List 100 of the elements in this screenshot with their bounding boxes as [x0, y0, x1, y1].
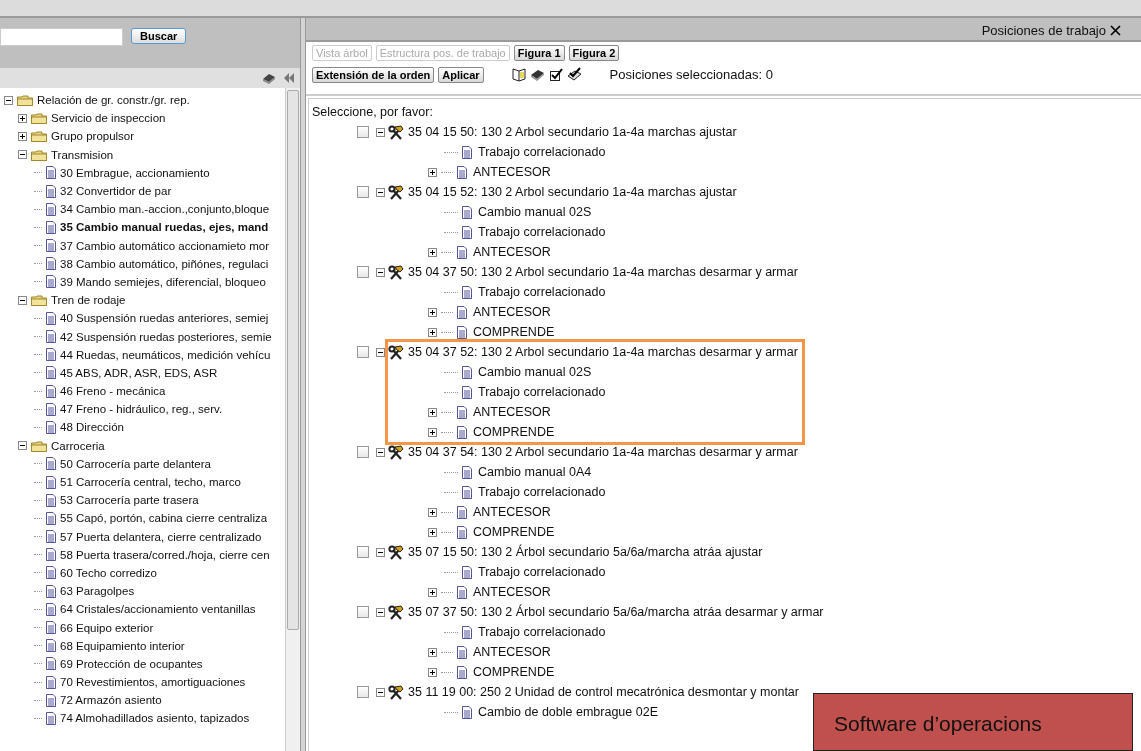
- tree-item[interactable]: Grupo propulsor: [51, 127, 135, 146]
- expand-icon[interactable]: [428, 427, 437, 437]
- child-item[interactable]: Cambio manual 02S: [478, 202, 592, 222]
- position-label[interactable]: 35 04 15 50: 130 2 Arbol secundario 1a-4a marchas ajustar: [408, 122, 737, 142]
- tree-item[interactable]: 58 Puerta trasera/corred./hoja, cierre cen: [60, 545, 270, 564]
- expand-icon[interactable]: [428, 247, 437, 257]
- tree-item[interactable]: 42 Suspensión ruedas posteriores, semie: [60, 327, 272, 346]
- child-item[interactable]: ANTECESOR: [473, 582, 551, 602]
- child-item[interactable]: Trabajo correlacionado: [478, 222, 606, 242]
- collapse-icon[interactable]: [376, 547, 385, 557]
- book-icon[interactable]: [262, 72, 276, 84]
- tree-item[interactable]: 50 Carrocería parte delantera: [60, 454, 211, 473]
- expand-icon[interactable]: [18, 131, 27, 141]
- collapse-icon[interactable]: [18, 295, 27, 305]
- tree-item[interactable]: 30 Embrague, accionamiento: [60, 163, 210, 182]
- child-item[interactable]: Cambio manual 02S: [478, 362, 592, 382]
- expand-icon[interactable]: [18, 113, 27, 123]
- tree-item[interactable]: 66 Equipo exterior: [60, 618, 154, 637]
- tree-item[interactable]: 34 Cambio man.-accion.,conjunto,bloque: [60, 200, 270, 219]
- expand-icon[interactable]: [428, 407, 437, 417]
- collapse-icon[interactable]: [376, 187, 385, 197]
- tree-item[interactable]: 70 Revestimientos, amortiguaciones: [60, 673, 246, 692]
- tree-item[interactable]: 38 Cambio automático, piñónes, regulaci: [60, 254, 269, 273]
- child-item[interactable]: Cambio de doble embrague 02E: [478, 702, 658, 722]
- child-item[interactable]: COMPRENDE: [473, 422, 555, 442]
- tree-item[interactable]: Carroceria: [51, 436, 105, 455]
- collapse-icon[interactable]: [376, 127, 385, 137]
- position-label[interactable]: 35 04 37 52: 130 2 Arbol secundario 1a-4a marchas desarmar y armar: [408, 342, 798, 362]
- position-label[interactable]: 35 04 37 54: 130 2 Arbol secundario 1a-4a marchas desarmar y armar: [408, 442, 798, 462]
- child-item[interactable]: ANTECESOR: [473, 642, 551, 662]
- tree-item[interactable]: 44 Ruedas, neumáticos, medición vehícu: [60, 345, 271, 364]
- expand-icon[interactable]: [428, 167, 437, 177]
- collapse-icon[interactable]: [376, 267, 385, 277]
- tree-item[interactable]: 57 Puerta delantera, cierre centralizado: [60, 527, 262, 546]
- tree-item[interactable]: Tren de rodaje: [51, 291, 126, 310]
- tree-item[interactable]: 45 ABS, ADR, ASR, EDS, ASR: [60, 363, 218, 382]
- expand-icon[interactable]: [428, 647, 437, 657]
- child-item[interactable]: Trabajo correlacionado: [478, 282, 606, 302]
- tree-item[interactable]: 39 Mando semiejes, diferencial, bloqueo: [60, 272, 266, 291]
- expand-icon[interactable]: [428, 307, 437, 317]
- tree-item[interactable]: Transmision: [51, 145, 114, 164]
- tree-item[interactable]: 35 Cambio manual ruedas, ejes, mand: [60, 218, 269, 237]
- expand-icon[interactable]: [428, 327, 437, 337]
- tree-item[interactable]: 32 Convertidor de par: [60, 182, 172, 201]
- collapse-icon[interactable]: [376, 607, 385, 617]
- collapse-icon[interactable]: [4, 95, 13, 105]
- book-icon[interactable]: [529, 67, 545, 83]
- child-item[interactable]: ANTECESOR: [473, 242, 551, 262]
- position-label[interactable]: 35 04 37 50: 130 2 Arbol secundario 1a-4a marchas desarmar y armar: [408, 262, 798, 282]
- tree-item[interactable]: 55 Capó, portón, cabina cierre centraliza: [60, 509, 268, 528]
- toolbar-button[interactable]: Extensión de la orden: [312, 66, 435, 83]
- child-item[interactable]: ANTECESOR: [473, 502, 551, 522]
- tree-item[interactable]: 60 Techo corredizo: [60, 563, 157, 582]
- child-item[interactable]: ANTECESOR: [473, 162, 551, 182]
- tree-item[interactable]: 53 Carrocería parte trasera: [60, 491, 199, 510]
- position-label[interactable]: 35 07 15 50: 130 2 Árbol secundario 5a/6a/marcha atráa ajustar: [408, 542, 763, 562]
- checkbox[interactable]: [357, 186, 369, 198]
- collapse-icon[interactable]: [376, 447, 385, 457]
- open-book-icon[interactable]: [511, 67, 526, 83]
- position-label[interactable]: 35 11 19 00: 250 2 Unidad de control mecatrónica desmontar y montar: [408, 682, 799, 702]
- scrollbar[interactable]: [285, 88, 300, 751]
- child-item[interactable]: Trabajo correlacionado: [478, 482, 606, 502]
- checkbox[interactable]: [357, 686, 369, 698]
- child-item[interactable]: COMPRENDE: [473, 662, 555, 682]
- toolbar-button[interactable]: Figura 2: [568, 45, 620, 61]
- child-item[interactable]: Cambio manual 0A4: [478, 462, 592, 482]
- expand-icon[interactable]: [428, 667, 437, 677]
- checkbox[interactable]: [357, 446, 369, 458]
- double-check-icon[interactable]: [566, 67, 582, 83]
- collapse-icon[interactable]: [376, 687, 385, 697]
- tree-item[interactable]: 47 Freno - hidráulico, reg., serv.: [60, 400, 223, 419]
- expand-icon[interactable]: [428, 507, 437, 517]
- child-item[interactable]: Trabajo correlacionado: [478, 622, 606, 642]
- tree-item[interactable]: 48 Dirección: [60, 418, 124, 437]
- child-item[interactable]: Trabajo correlacionado: [478, 562, 606, 582]
- tree-item[interactable]: 51 Carrocería central, techo, marco: [60, 473, 241, 492]
- tab-title[interactable]: Posiciones de trabajo: [981, 20, 1106, 40]
- toolbar-button[interactable]: Aplicar: [438, 66, 484, 83]
- tree-item[interactable]: 72 Armazón asiento: [60, 691, 162, 710]
- tree-item[interactable]: Relación de gr. constr./gr. rep.: [37, 91, 190, 110]
- collapse-icon[interactable]: [376, 347, 385, 357]
- expand-icon[interactable]: [428, 587, 437, 597]
- child-item[interactable]: Trabajo correlacionado: [478, 142, 606, 162]
- tree-item[interactable]: 68 Equipamiento interior: [60, 636, 185, 655]
- tree-item[interactable]: 37 Cambio automático accionamieto mor: [60, 236, 270, 255]
- collapse-icon[interactable]: [18, 150, 27, 160]
- child-item[interactable]: Trabajo correlacionado: [478, 382, 606, 402]
- child-item[interactable]: COMPRENDE: [473, 322, 555, 342]
- checkbox[interactable]: [357, 126, 369, 138]
- tree-item[interactable]: 74 Almohadillados asiento, tapizados: [60, 709, 250, 728]
- search-button[interactable]: Buscar: [131, 28, 187, 44]
- toolbar-button[interactable]: Figura 1: [513, 45, 565, 61]
- checkbox[interactable]: [357, 606, 369, 618]
- close-icon[interactable]: [1110, 25, 1121, 36]
- expand-icon[interactable]: [428, 527, 437, 537]
- child-item[interactable]: ANTECESOR: [473, 302, 551, 322]
- collapse-icon[interactable]: [18, 441, 27, 451]
- tree-item[interactable]: 46 Freno - mecánica: [60, 382, 166, 401]
- checkbox-tick-icon[interactable]: [548, 67, 563, 83]
- tree-item[interactable]: 64 Cristales/accionamiento ventanillas: [60, 600, 256, 619]
